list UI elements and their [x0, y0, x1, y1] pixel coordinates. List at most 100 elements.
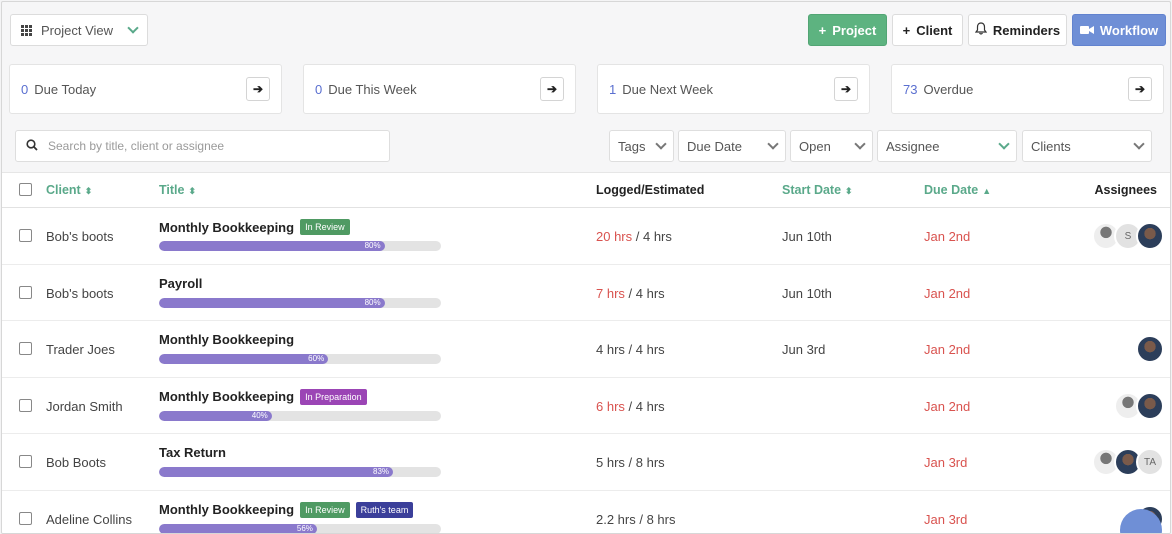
- row-checkbox[interactable]: [19, 455, 32, 468]
- due-this-week-card[interactable]: 0 Due This Week ➔: [303, 64, 576, 114]
- project-title-text: Monthly Bookkeeping: [159, 219, 295, 235]
- chevron-down-icon: [854, 138, 866, 150]
- select-all-checkbox[interactable]: [19, 183, 32, 196]
- table-row[interactable]: Adeline Collins Monthly Bookkeeping In Re…: [2, 491, 1170, 533]
- table-row[interactable]: Bob's boots Payroll 80% 7 hrs / 4 hrs Ju…: [2, 265, 1170, 321]
- assignee-filter[interactable]: Assignee: [877, 130, 1017, 162]
- estimated-hours: / 8 hrs: [635, 511, 676, 527]
- search-input[interactable]: [46, 138, 370, 154]
- sort-icon: ⬍: [845, 186, 853, 196]
- project-title[interactable]: Tax Return: [159, 445, 226, 460]
- card-count: 1: [609, 81, 617, 97]
- row-checkbox[interactable]: [19, 398, 32, 412]
- assignee-avatars: [1136, 335, 1164, 363]
- add-project-button[interactable]: + Project: [808, 14, 887, 46]
- avatar[interactable]: [1136, 222, 1164, 250]
- project-title[interactable]: Monthly Bookkeeping In Preparation: [159, 388, 367, 405]
- app-window: Project View + Project + Client Reminder…: [1, 1, 1171, 534]
- sort-ascending-icon: ▲: [982, 186, 992, 196]
- due-today-card[interactable]: 0 Due Today ➔: [9, 64, 282, 114]
- chevron-down-icon: [127, 22, 139, 34]
- card-label: Due This Week: [328, 81, 417, 97]
- table-row[interactable]: Jordan Smith Monthly Bookkeeping In Prepa…: [2, 378, 1170, 434]
- progress-fill: 80%: [159, 297, 385, 308]
- client-name[interactable]: Adeline Collins: [46, 512, 132, 527]
- plus-icon: +: [902, 22, 911, 38]
- estimated-hours: / 4 hrs: [624, 285, 665, 301]
- search-box[interactable]: [15, 130, 390, 162]
- client-column-header[interactable]: Client ⬍: [46, 183, 92, 197]
- clients-filter[interactable]: Clients: [1022, 130, 1152, 162]
- progress-bar: 56%: [159, 523, 441, 533]
- start-date: Jun 10th: [782, 285, 832, 301]
- row-checkbox[interactable]: [19, 229, 32, 242]
- estimated-hours: / 4 hrs: [632, 229, 672, 244]
- progress-fill: 80%: [159, 241, 385, 251]
- project-title-text: Tax Return: [159, 445, 226, 460]
- table-row[interactable]: Bob's boots Monthly Bookkeeping In Review…: [2, 208, 1170, 265]
- overdue-card[interactable]: 73 Overdue ➔: [891, 64, 1164, 114]
- card-count: 0: [21, 81, 29, 97]
- status-filter[interactable]: Open: [790, 130, 873, 162]
- add-client-button[interactable]: + Client: [892, 14, 963, 46]
- view-select[interactable]: Project View: [10, 14, 148, 46]
- logged-estimated: 6 hrs / 4 hrs: [596, 399, 665, 414]
- avatar[interactable]: [1136, 335, 1164, 363]
- start-date-header-label: Start Date: [782, 183, 842, 197]
- plus-icon: +: [818, 22, 827, 38]
- progress-fill: 83%: [159, 467, 394, 477]
- table-row[interactable]: Trader Joes Monthly Bookkeeping 60% 4 hr…: [2, 321, 1170, 378]
- logged-hours: 5 hrs: [596, 455, 625, 470]
- client-name[interactable]: Bob Boots: [46, 455, 106, 470]
- arrow-right-icon[interactable]: ➔: [246, 77, 270, 101]
- project-title-text: Monthly Bookkeeping: [159, 502, 295, 517]
- avatar[interactable]: TA: [1136, 448, 1164, 476]
- logged-estimated: 7 hrs / 4 hrs: [596, 286, 665, 301]
- due-date-filter[interactable]: Due Date: [678, 130, 786, 162]
- table-header: Client ⬍ Title ⬍ Logged/Estimated Start Da…: [2, 173, 1170, 208]
- project-title[interactable]: Monthly Bookkeeping In Review Ruth's team: [159, 501, 414, 518]
- tags-filter[interactable]: Tags: [609, 130, 674, 162]
- assignee-filter-label: Assignee: [886, 138, 940, 154]
- progress-label: 40%: [251, 410, 268, 420]
- chevron-down-icon: [1133, 138, 1145, 150]
- project-title[interactable]: Monthly Bookkeeping In Review: [159, 219, 350, 235]
- progress-bar: 80%: [159, 297, 441, 308]
- due-date: Jan 2nd: [924, 398, 971, 414]
- progress-label: 60%: [308, 354, 325, 363]
- avatar[interactable]: [1136, 391, 1164, 420]
- start-date-column-header[interactable]: Start Date ⬍: [782, 183, 853, 197]
- client-name[interactable]: Jordan Smith: [46, 399, 123, 414]
- progress-bar: 60%: [159, 354, 441, 364]
- table-row[interactable]: Bob Boots Tax Return 83% 5 hrs / 8 hrs J…: [2, 434, 1170, 491]
- project-title-text: Monthly Bookkeeping: [159, 389, 295, 404]
- client-name[interactable]: Bob's boots: [46, 229, 114, 244]
- row-checkbox[interactable]: [19, 285, 32, 299]
- due-date-filter-label: Due Date: [687, 138, 742, 154]
- chevron-down-icon: [767, 138, 779, 150]
- project-title[interactable]: Monthly Bookkeeping: [159, 332, 294, 347]
- row-checkbox[interactable]: [19, 342, 32, 355]
- arrow-right-icon[interactable]: ➔: [540, 77, 564, 101]
- workflow-button[interactable]: Workflow: [1072, 14, 1166, 46]
- progress-fill: 56%: [159, 523, 317, 533]
- row-checkbox[interactable]: [19, 511, 32, 525]
- due-date-column-header[interactable]: Due Date ▲: [924, 183, 991, 197]
- due-next-week-card[interactable]: 1 Due Next Week ➔: [597, 64, 870, 114]
- sort-icon: ⬍: [84, 186, 93, 196]
- client-name[interactable]: Trader Joes: [46, 342, 115, 357]
- project-title-text: Monthly Bookkeeping: [159, 332, 295, 347]
- estimated-hours: / 4 hrs: [624, 342, 665, 357]
- card-label: Due Next Week: [622, 81, 714, 97]
- project-title[interactable]: Payroll: [159, 276, 202, 291]
- assignee-avatars: [1114, 391, 1164, 420]
- arrow-right-icon[interactable]: ➔: [1128, 77, 1152, 101]
- card-label: Overdue: [923, 81, 974, 97]
- title-header-label: Title: [159, 183, 185, 197]
- title-column-header[interactable]: Title ⬍: [159, 183, 196, 197]
- due-date: Jan 3rd: [924, 511, 968, 527]
- card-label: Due Today: [34, 81, 97, 97]
- arrow-right-icon[interactable]: ➔: [834, 77, 858, 101]
- client-name[interactable]: Bob's boots: [46, 286, 114, 301]
- reminders-button[interactable]: Reminders: [968, 14, 1067, 46]
